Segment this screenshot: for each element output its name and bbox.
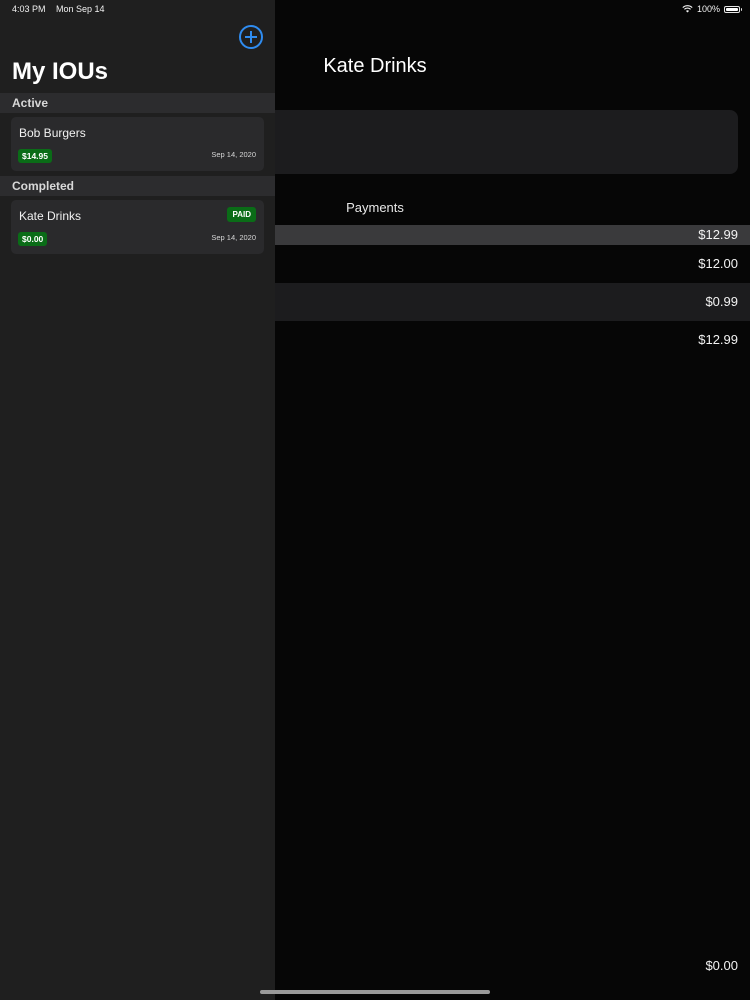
iou-date: Sep 14, 2020 bbox=[211, 150, 256, 159]
sidebar: My IOUs Active Bob Burgers $14.95 Sep 14… bbox=[0, 0, 275, 1000]
iou-card-bob-burgers[interactable]: Bob Burgers $14.95 Sep 14, 2020 bbox=[11, 117, 264, 171]
home-indicator[interactable] bbox=[260, 990, 490, 994]
payment-total-row: $12.99 bbox=[262, 225, 750, 245]
iou-amount-badge: $0.00 bbox=[18, 232, 48, 246]
payment-row[interactable]: $0.99 bbox=[262, 283, 750, 321]
iou-date: Sep 14, 2020 bbox=[211, 233, 256, 242]
iou-name: Bob Burgers bbox=[19, 126, 86, 140]
detail-info-card bbox=[262, 110, 738, 174]
wifi-icon bbox=[682, 5, 693, 13]
section-header-active: Active bbox=[0, 93, 275, 113]
payment-row[interactable]: $12.99 bbox=[262, 321, 750, 359]
add-iou-button[interactable] bbox=[239, 25, 263, 49]
status-right: 100% bbox=[682, 4, 742, 14]
status-bar: 4:03 PM Mon Sep 14 100% bbox=[0, 0, 750, 18]
iou-name: Kate Drinks bbox=[19, 209, 82, 223]
payment-row[interactable]: $12.00 bbox=[262, 245, 750, 283]
status-time: 4:03 PM bbox=[12, 4, 46, 14]
footer-total: $0.00 bbox=[705, 958, 738, 973]
iou-amount-badge: $14.95 bbox=[18, 149, 52, 163]
sidebar-title: My IOUs bbox=[12, 58, 109, 85]
battery-icon bbox=[724, 5, 742, 13]
paid-badge: PAID bbox=[227, 207, 256, 222]
iou-card-kate-drinks[interactable]: Kate Drinks PAID $0.00 Sep 14, 2020 bbox=[11, 200, 264, 254]
battery-percent: 100% bbox=[696, 4, 720, 14]
status-date: Mon Sep 14 bbox=[56, 4, 105, 14]
screen: 4:03 PM Mon Sep 14 100% Kate Drinks Paym… bbox=[0, 0, 750, 1000]
section-header-completed: Completed bbox=[0, 176, 275, 196]
